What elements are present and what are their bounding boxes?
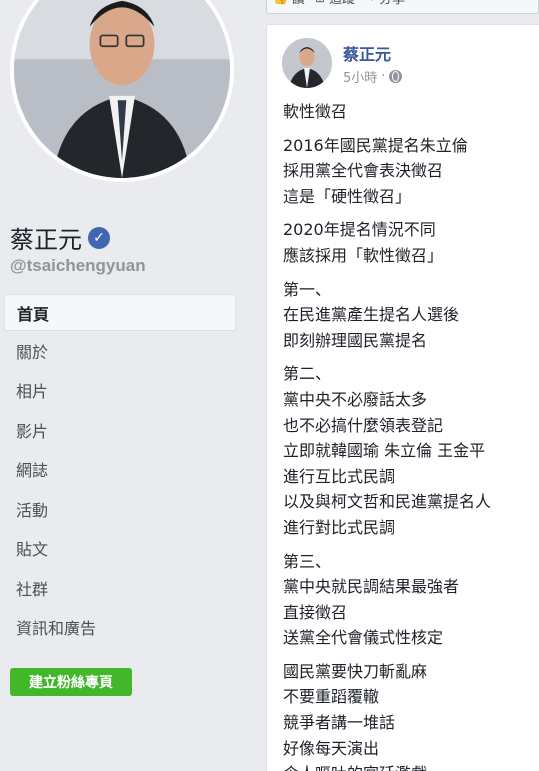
share-arrow-icon: ↪ bbox=[365, 0, 375, 5]
post-text-line: 好像每天演出 bbox=[283, 738, 380, 758]
post-text-line: 國民黨要快刀斬亂麻 bbox=[283, 661, 428, 681]
post-paragraph: 第二、黨中央不必廢話太多 也不必搞什麼領表登記立即就韓國瑜 朱立倫 王金平 進行互比… bbox=[283, 361, 538, 540]
post-text-line: 軟性徵召 bbox=[283, 102, 348, 121]
nav-item-posts[interactable]: 貼文 bbox=[4, 529, 236, 569]
post-text-line: 黨中央就民調結果最強者 bbox=[283, 577, 460, 597]
post-text-line: 競爭者講一堆話 bbox=[283, 713, 396, 733]
post-text-line: 令人嘔吐的宮廷濫戲 bbox=[283, 761, 538, 771]
globe-icon[interactable] bbox=[389, 70, 403, 83]
rss-icon: ⊞ bbox=[315, 0, 325, 5]
like-button[interactable]: 👍 讚 bbox=[273, 0, 305, 7]
post-paragraph: 第三、黨中央就民調結果最強者 直接徵召送黨全代會儀式性核定 bbox=[283, 549, 538, 651]
post-text-line: 黨中央不必廢話太多 bbox=[283, 389, 428, 409]
post-paragraph: 2016年國民黨提名朱立倫 採用黨全代會表決徵召 這是「硬性徵召」 bbox=[283, 133, 538, 210]
post-meta-dot: · bbox=[381, 69, 386, 84]
page-name-text[interactable]: 蔡正元 bbox=[10, 220, 82, 255]
follow-label: 追蹤 bbox=[329, 0, 355, 7]
nav-item-videos[interactable]: 影片 bbox=[4, 410, 236, 450]
post-body: 軟性徵召 2016年國民黨提名朱立倫 採用黨全代會表決徵召 這是「硬性徵召」 2020年… bbox=[283, 99, 538, 771]
thumbs-up-icon: 👍 bbox=[273, 0, 288, 5]
verified-check-icon: ✓ bbox=[88, 226, 110, 249]
post-text-line: 第二、 bbox=[283, 364, 332, 384]
nav-item-photos[interactable]: 相片 bbox=[4, 371, 236, 411]
nav-item-about[interactable]: 關於 bbox=[4, 331, 236, 371]
post-text-line: 第一、 bbox=[283, 279, 332, 299]
post-text-line: 送黨全代會儀式性核定 bbox=[283, 628, 444, 648]
page-name[interactable]: 蔡正元 ✓ bbox=[10, 220, 110, 255]
post-author-name[interactable]: 蔡正元 bbox=[343, 41, 391, 65]
profile-picture[interactable] bbox=[10, 0, 234, 182]
post-text-line: 不要重蹈覆轍 bbox=[283, 687, 380, 707]
nav-item-events[interactable]: 活動 bbox=[4, 489, 236, 529]
post-author-avatar[interactable] bbox=[282, 38, 332, 88]
post-text-line: 在民進黨產生提名人選後 bbox=[283, 305, 460, 325]
share-button[interactable]: ↪ 分享 bbox=[365, 0, 405, 7]
post-paragraph: 2020年提名情況不同 應該採用「軟性徵召」 bbox=[283, 217, 538, 268]
page-nav: 首頁 關於 相片 影片 網誌 活動 貼文 社群 資訊和廣告 bbox=[4, 294, 236, 647]
post-paragraph: 第一、在民進黨產生提名人選後 即刻辦理國民黨提名 bbox=[283, 277, 538, 354]
post-text-line: 應該採用「軟性徵召」 bbox=[283, 245, 444, 265]
profile-photo-image bbox=[14, 0, 230, 178]
post-text-line: 即刻辦理國民黨提名 bbox=[283, 330, 428, 350]
nav-item-notes[interactable]: 網誌 bbox=[4, 450, 236, 490]
post-text-line: 也不必搞什麼領表登記 bbox=[283, 415, 444, 435]
post-text-line: 立即就韓國瑜 朱立倫 王金平 bbox=[283, 441, 486, 461]
post-text-line: 進行互比式民調 bbox=[283, 466, 396, 486]
share-label: 分享 bbox=[379, 0, 405, 7]
post-text-line: 直接徵召 bbox=[283, 602, 348, 622]
create-page-button[interactable]: 建立粉絲專頁 bbox=[10, 668, 132, 696]
left-sidebar: 蔡正元 ✓ @tsaichengyuan 首頁 關於 相片 影片 網誌 活動 貼… bbox=[0, 0, 250, 771]
post-text-line: 以及與柯文哲和民進黨提名人 bbox=[283, 492, 492, 512]
post-text-line: 2020年提名情況不同 bbox=[283, 220, 436, 240]
post-paragraph: 軟性徵召 bbox=[283, 99, 538, 125]
post-card: 蔡正元 5小時 · 軟性徵召 2016年國民黨提名朱立倫 採用黨全代會表決徵召 這是「… bbox=[266, 24, 539, 771]
like-label: 讚 bbox=[292, 0, 305, 7]
post-text-line: 採用黨全代會表決徵召 bbox=[283, 161, 444, 181]
nav-item-community[interactable]: 社群 bbox=[4, 568, 236, 608]
post-text-line: 這是「硬性徵召」 bbox=[283, 186, 412, 206]
post-text-line: 2016年國民黨提名朱立倫 bbox=[283, 135, 468, 155]
page-handle[interactable]: @tsaichengyuan bbox=[10, 256, 146, 276]
post-text-line: 進行對比式民調 bbox=[283, 517, 396, 537]
nav-item-home[interactable]: 首頁 bbox=[4, 294, 236, 331]
post-timestamp[interactable]: 5小時 bbox=[343, 67, 377, 86]
post-text-line: 第三、 bbox=[283, 551, 332, 571]
post-meta: 5小時 · bbox=[343, 67, 403, 86]
page-action-bar: 👍 讚 ⊞ 追蹤 ↪ 分享 bbox=[266, 0, 539, 14]
post-paragraph: 國民黨要快刀斬亂麻不要重蹈覆轍競爭者講一堆話好像每天演出令人嘔吐的宮廷濫戲 bbox=[283, 659, 538, 771]
nav-item-info-ads[interactable]: 資訊和廣告 bbox=[4, 608, 236, 648]
follow-button[interactable]: ⊞ 追蹤 bbox=[315, 0, 355, 7]
